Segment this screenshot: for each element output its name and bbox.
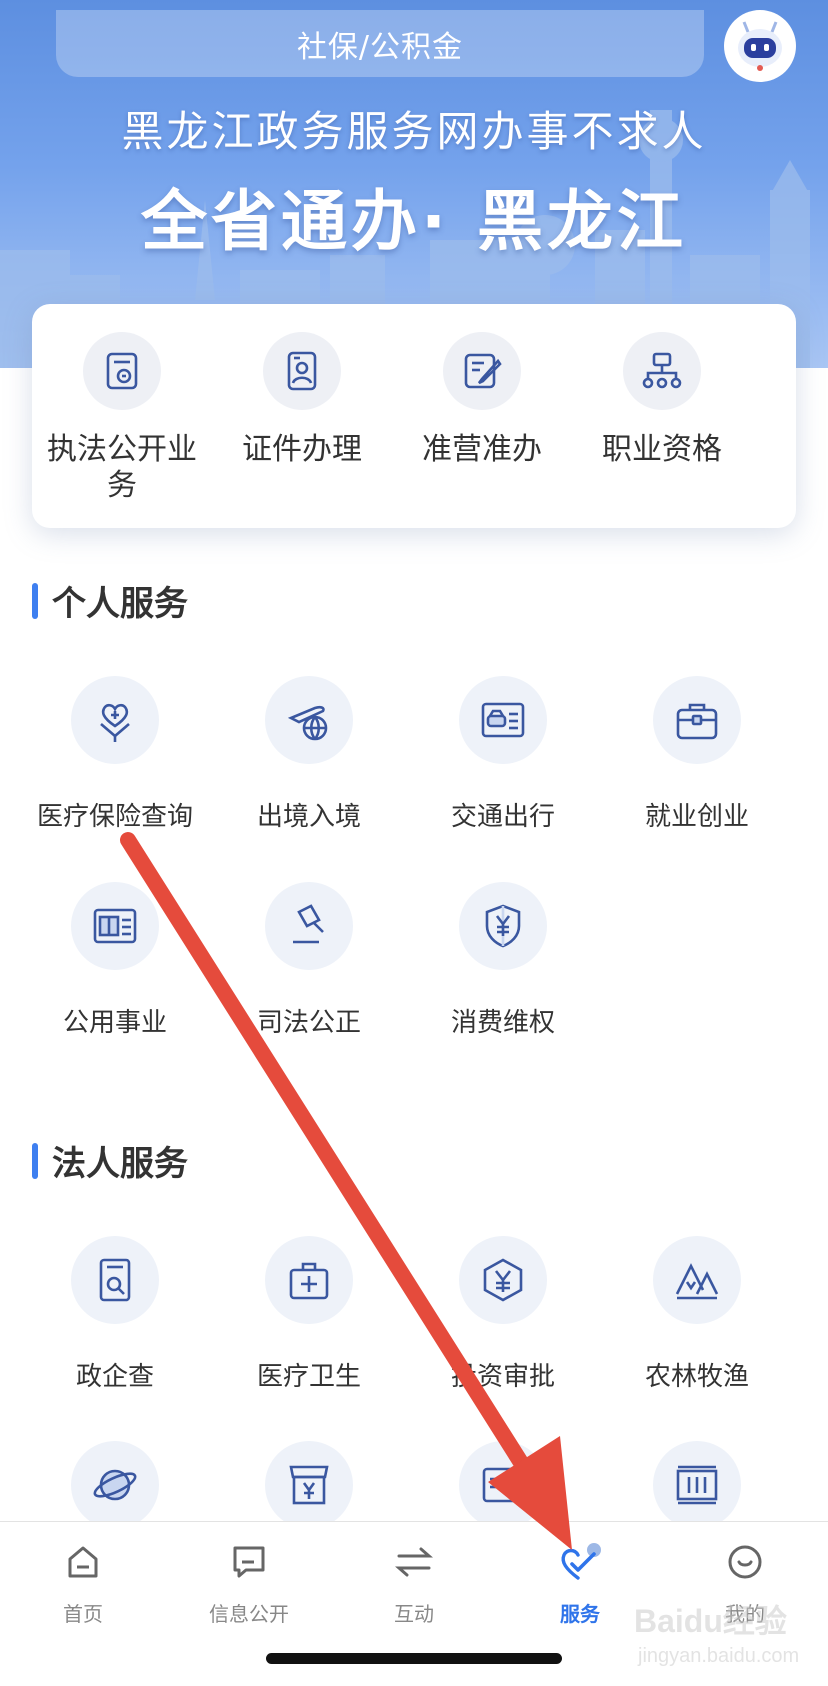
service-partial-2[interactable]	[214, 1441, 404, 1529]
exchange-icon	[392, 1540, 436, 1584]
document-badge-icon	[83, 332, 161, 410]
nav-item-home[interactable]: 首页	[0, 1540, 166, 1627]
section-title-legal: 法人服务	[32, 1136, 188, 1185]
message-icon	[227, 1540, 271, 1584]
home-indicator[interactable]	[266, 1653, 562, 1664]
org-chart-icon	[623, 332, 701, 410]
quick-item-qualification[interactable]: 职业资格	[572, 332, 752, 468]
heart-check-icon	[558, 1540, 602, 1584]
service-label: 司法公正	[256, 1008, 361, 1038]
quick-services-card: 执法公开业务 证件办理 准营准办 职业资格	[32, 304, 796, 528]
service-label: 医疗保险查询	[36, 802, 193, 832]
car-card-icon	[459, 676, 547, 764]
service-healthcare[interactable]: 医疗卫生	[214, 1236, 404, 1393]
medical-kit-icon	[265, 1236, 353, 1324]
service-label: 就业创业	[644, 802, 749, 832]
slogan-line-1: 黑龙江政务服务网办事不求人	[121, 107, 707, 156]
edit-document-icon	[443, 332, 521, 410]
nav-label: 首页	[63, 1602, 103, 1626]
service-consumer-rights[interactable]: 消费维权	[408, 882, 598, 1039]
service-label: 出境入境	[256, 802, 361, 832]
container-icon	[653, 1441, 741, 1529]
shop-yuan-icon	[265, 1441, 353, 1529]
service-investment-approval[interactable]: 投资审批	[408, 1236, 598, 1393]
quick-item-label: 职业资格	[602, 432, 722, 467]
service-label: 政企查	[75, 1362, 154, 1392]
search-bar[interactable]: 社保/公积金	[56, 10, 704, 77]
smile-icon	[723, 1540, 767, 1584]
slogan-line-2: 全省通办· 黑龙江	[140, 183, 688, 260]
watermark-text: Baidu经验	[634, 1603, 787, 1639]
section-accent-bar	[32, 582, 38, 619]
search-document-icon	[71, 1236, 159, 1324]
quick-item-business-permit[interactable]: 准营准办	[392, 332, 572, 468]
book-card-icon	[71, 882, 159, 970]
service-agriculture[interactable]: 农林牧渔	[602, 1236, 792, 1393]
section-title-text: 法人服务	[52, 1144, 188, 1184]
briefcase-icon	[653, 676, 741, 764]
nav-item-info[interactable]: 信息公开	[166, 1540, 332, 1627]
mountain-tree-icon	[653, 1236, 741, 1324]
quick-item-label: 准营准办	[422, 432, 542, 467]
yuan-hexagon-icon	[459, 1236, 547, 1324]
service-label: 公用事业	[62, 1008, 167, 1038]
service-utilities[interactable]: 公用事业	[20, 882, 210, 1039]
service-entry-exit[interactable]: 出境入境	[214, 676, 404, 833]
assistant-robot-icon[interactable]	[724, 10, 796, 82]
quick-item-certificates[interactable]: 证件办理	[212, 332, 392, 468]
nav-label: 互动	[394, 1602, 434, 1626]
service-label: 医疗卫生	[256, 1362, 361, 1392]
section-title-text: 个人服务	[52, 584, 188, 624]
watermark-subtext: jingyan.baidu.com	[637, 1645, 799, 1667]
service-partial-4[interactable]	[602, 1441, 792, 1529]
section-accent-bar	[32, 1142, 38, 1179]
quick-item-label: 证件办理	[242, 432, 362, 467]
yuan-shield-icon	[459, 882, 547, 970]
service-partial-1[interactable]	[20, 1441, 210, 1529]
service-judicial[interactable]: 司法公正	[214, 882, 404, 1039]
section-title-personal: 个人服务	[32, 576, 188, 625]
quick-item-law-enforcement[interactable]: 执法公开业务	[32, 332, 212, 504]
service-label: 交通出行	[450, 802, 555, 832]
service-employment[interactable]: 就业创业	[602, 676, 792, 833]
heart-hands-icon	[71, 676, 159, 764]
nav-label-active: 服务	[560, 1602, 600, 1626]
service-transport[interactable]: 交通出行	[408, 676, 598, 833]
id-card-icon	[263, 332, 341, 410]
baidu-jingyan-watermark: Baidu经验 jingyan.baidu.com	[634, 1603, 799, 1667]
service-label: 农林牧渔	[644, 1362, 749, 1392]
search-placeholder: 社保/公积金	[296, 29, 464, 65]
service-enterprise-search[interactable]: 政企查	[20, 1236, 210, 1393]
service-label: 投资审批	[450, 1362, 555, 1392]
home-icon	[61, 1540, 105, 1584]
service-medical-insurance[interactable]: 医疗保险查询	[20, 676, 210, 833]
plane-globe-icon	[265, 676, 353, 764]
nav-label: 信息公开	[209, 1602, 289, 1626]
planet-icon	[71, 1441, 159, 1529]
quick-item-label: 执法公开业务	[47, 432, 197, 503]
gavel-icon	[265, 882, 353, 970]
form-icon	[459, 1441, 547, 1529]
service-label: 消费维权	[450, 1008, 555, 1038]
service-partial-3[interactable]	[408, 1441, 598, 1529]
nav-item-interaction[interactable]: 互动	[331, 1540, 497, 1627]
